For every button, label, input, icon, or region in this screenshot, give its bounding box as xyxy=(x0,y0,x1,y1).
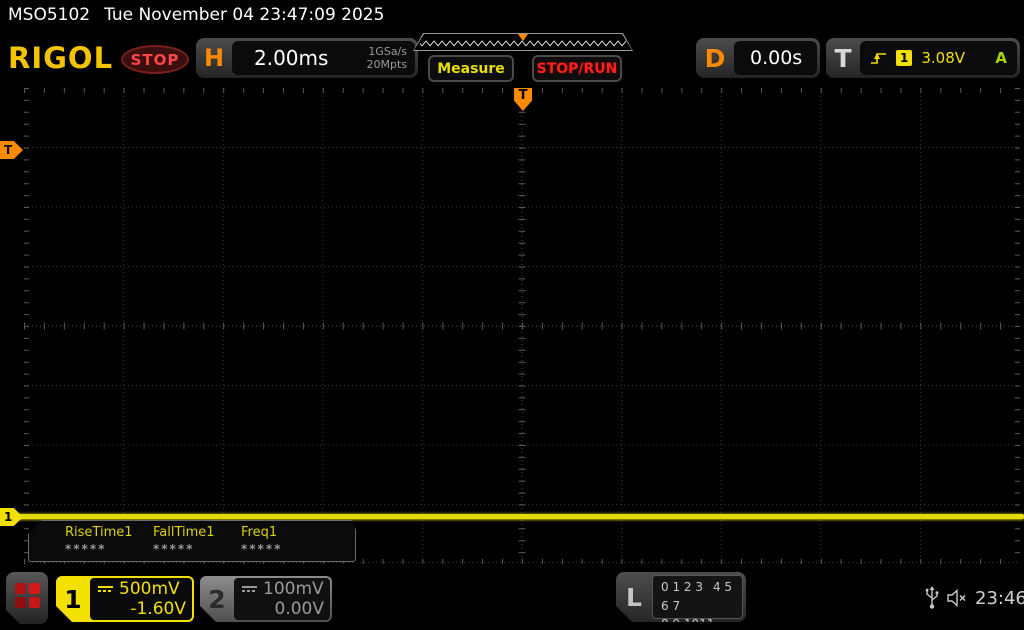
rigol-logo: RIGOL xyxy=(8,41,114,75)
channel2-panel[interactable]: 2 100mV 0.00V xyxy=(200,576,332,622)
measurement-item: FallTime1 ***** xyxy=(153,521,241,561)
delay-label: D xyxy=(704,43,726,73)
usb-icon xyxy=(925,586,939,609)
horizontal-panel[interactable]: H 2.00ms 1GSa/s 20Mpts xyxy=(196,38,418,78)
datetime: Tue November 04 23:47:09 2025 xyxy=(104,5,385,25)
dc-coupling-icon xyxy=(98,586,113,592)
trigger-label: T xyxy=(834,43,852,73)
channel1-panel[interactable]: 1 500mV -1.60V xyxy=(56,576,194,622)
logic-channels-panel[interactable]: L 0 1 2 34 5 6 7 8 9 101112131415 xyxy=(616,572,746,622)
delay-value: 0.00s xyxy=(750,47,803,69)
timebase-value: 2.00ms xyxy=(254,46,329,70)
channel1-scale: 500mV xyxy=(119,579,180,599)
measurement-value: ***** xyxy=(65,542,107,556)
measurement-label: RiseTime1 xyxy=(65,525,133,540)
waveform-preview-bar[interactable] xyxy=(413,33,633,51)
logic-label: L xyxy=(626,582,642,612)
trigger-panel[interactable]: T 1 3.08V A xyxy=(826,38,1020,78)
rising-edge-icon xyxy=(871,52,886,64)
graticule-grid xyxy=(24,88,1020,564)
clock: 23:46 xyxy=(975,587,1024,609)
measurement-value: ***** xyxy=(241,542,283,556)
speaker-muted-icon[interactable] xyxy=(947,589,967,607)
trigger-level-value: 3.08V xyxy=(921,49,966,67)
channel1-number: 1 xyxy=(64,584,82,614)
channel1-offset-marker[interactable]: 1 xyxy=(0,508,23,526)
delay-panel[interactable]: D 0.00s xyxy=(696,38,820,78)
preview-trigger-marker-icon xyxy=(518,34,528,41)
channel1-trace xyxy=(0,514,1024,519)
trigger-level-marker[interactable]: T xyxy=(0,141,23,159)
trigger-source-badge: 1 xyxy=(896,50,913,66)
acquisition-status-badge: STOP xyxy=(121,45,189,74)
channel1-offset: -1.60V xyxy=(130,599,186,619)
horizontal-label: H xyxy=(203,44,225,72)
channel2-scale: 100mV xyxy=(263,579,324,599)
title-bar: MSO5102 Tue November 04 23:47:09 2025 xyxy=(8,5,384,25)
menu-grid-icon xyxy=(15,583,41,609)
trigger-mode: A xyxy=(995,49,1007,67)
channel2-number: 2 xyxy=(208,584,226,614)
sample-rate: 1GSa/s 20Mpts xyxy=(366,44,407,71)
menu-button[interactable] xyxy=(6,572,48,624)
measurement-value: ***** xyxy=(153,542,195,556)
measurement-label: Freq1 xyxy=(241,525,278,540)
measure-button[interactable]: Measure xyxy=(428,55,514,82)
measurement-item: Freq1 ***** xyxy=(241,521,329,561)
measurement-item: RiseTime1 ***** xyxy=(65,521,153,561)
model-name: MSO5102 xyxy=(8,5,91,25)
oscilloscope-screen: MSO5102 Tue November 04 23:47:09 2025 RIG… xyxy=(0,0,1024,630)
channel2-offset: 0.00V xyxy=(274,599,324,619)
logic-channel-numbers: 0 1 2 34 5 6 7 8 9 101112131415 xyxy=(652,575,743,619)
measurement-panel[interactable]: RiseTime1 ***** FallTime1 ***** Freq1 **… xyxy=(28,520,356,562)
dc-coupling-icon xyxy=(242,586,257,592)
stop-run-button[interactable]: STOP/RUN xyxy=(532,55,622,82)
measurement-label: FallTime1 xyxy=(153,525,215,540)
